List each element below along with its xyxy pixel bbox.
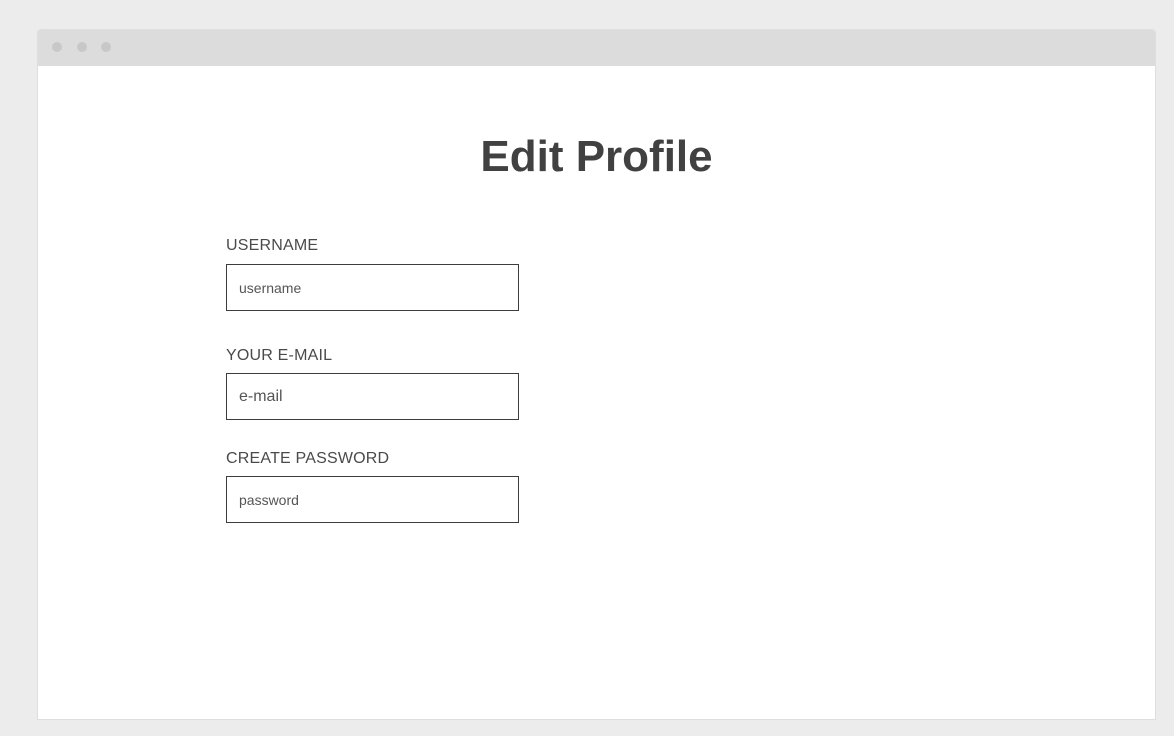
window-control-dot-icon[interactable] bbox=[101, 42, 111, 52]
window-control-dot-icon[interactable] bbox=[77, 42, 87, 52]
desktop-background: Edit Profile USERNAME YOUR E-MAIL CREATE… bbox=[0, 0, 1174, 736]
username-label: USERNAME bbox=[226, 237, 319, 254]
browser-window: Edit Profile USERNAME YOUR E-MAIL CREATE… bbox=[37, 29, 1156, 720]
window-control-dot-icon[interactable] bbox=[52, 42, 62, 52]
password-label: CREATE PASSWORD bbox=[226, 450, 390, 467]
page-title: Edit Profile bbox=[480, 132, 713, 181]
email-label: YOUR E-MAIL bbox=[226, 347, 333, 364]
username-input[interactable] bbox=[226, 264, 519, 311]
password-input[interactable] bbox=[226, 476, 519, 523]
window-titlebar bbox=[38, 30, 1155, 66]
email-input[interactable] bbox=[226, 373, 519, 420]
